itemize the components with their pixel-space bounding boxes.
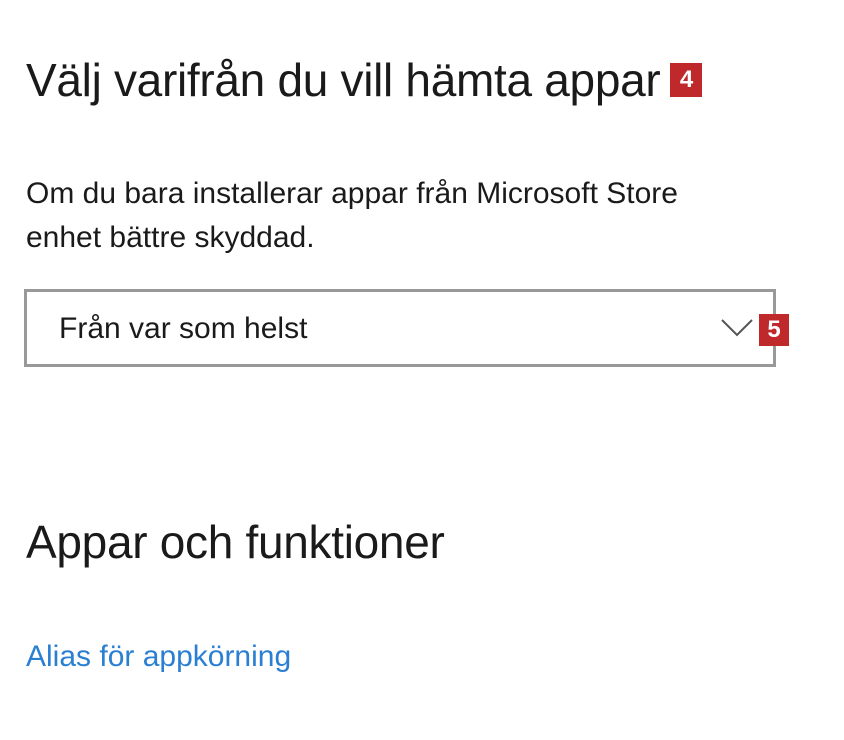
- callout-badge-4: 4: [670, 62, 703, 97]
- description-line-1: Om du bara installerar appar från Micros…: [26, 177, 678, 210]
- install-source-dropdown[interactable]: Från var som helst 5: [24, 289, 789, 367]
- apps-features-title: Appar och funktioner: [26, 516, 445, 568]
- install-source-title: Välj varifrån du vill hämta appar 4: [26, 52, 703, 108]
- install-source-description: Om du bara installerar appar från Micros…: [26, 172, 678, 260]
- description-line-2: enhet bättre skyddad.: [26, 221, 315, 254]
- chevron-down-icon: [721, 319, 753, 337]
- callout-badge-5: 5: [759, 314, 789, 346]
- dropdown-selected-value: Från var som helst: [59, 312, 308, 345]
- install-source-title-text: Välj varifrån du vill hämta appar: [26, 54, 661, 106]
- app-execution-alias-link[interactable]: Alias för appkörning: [26, 636, 291, 678]
